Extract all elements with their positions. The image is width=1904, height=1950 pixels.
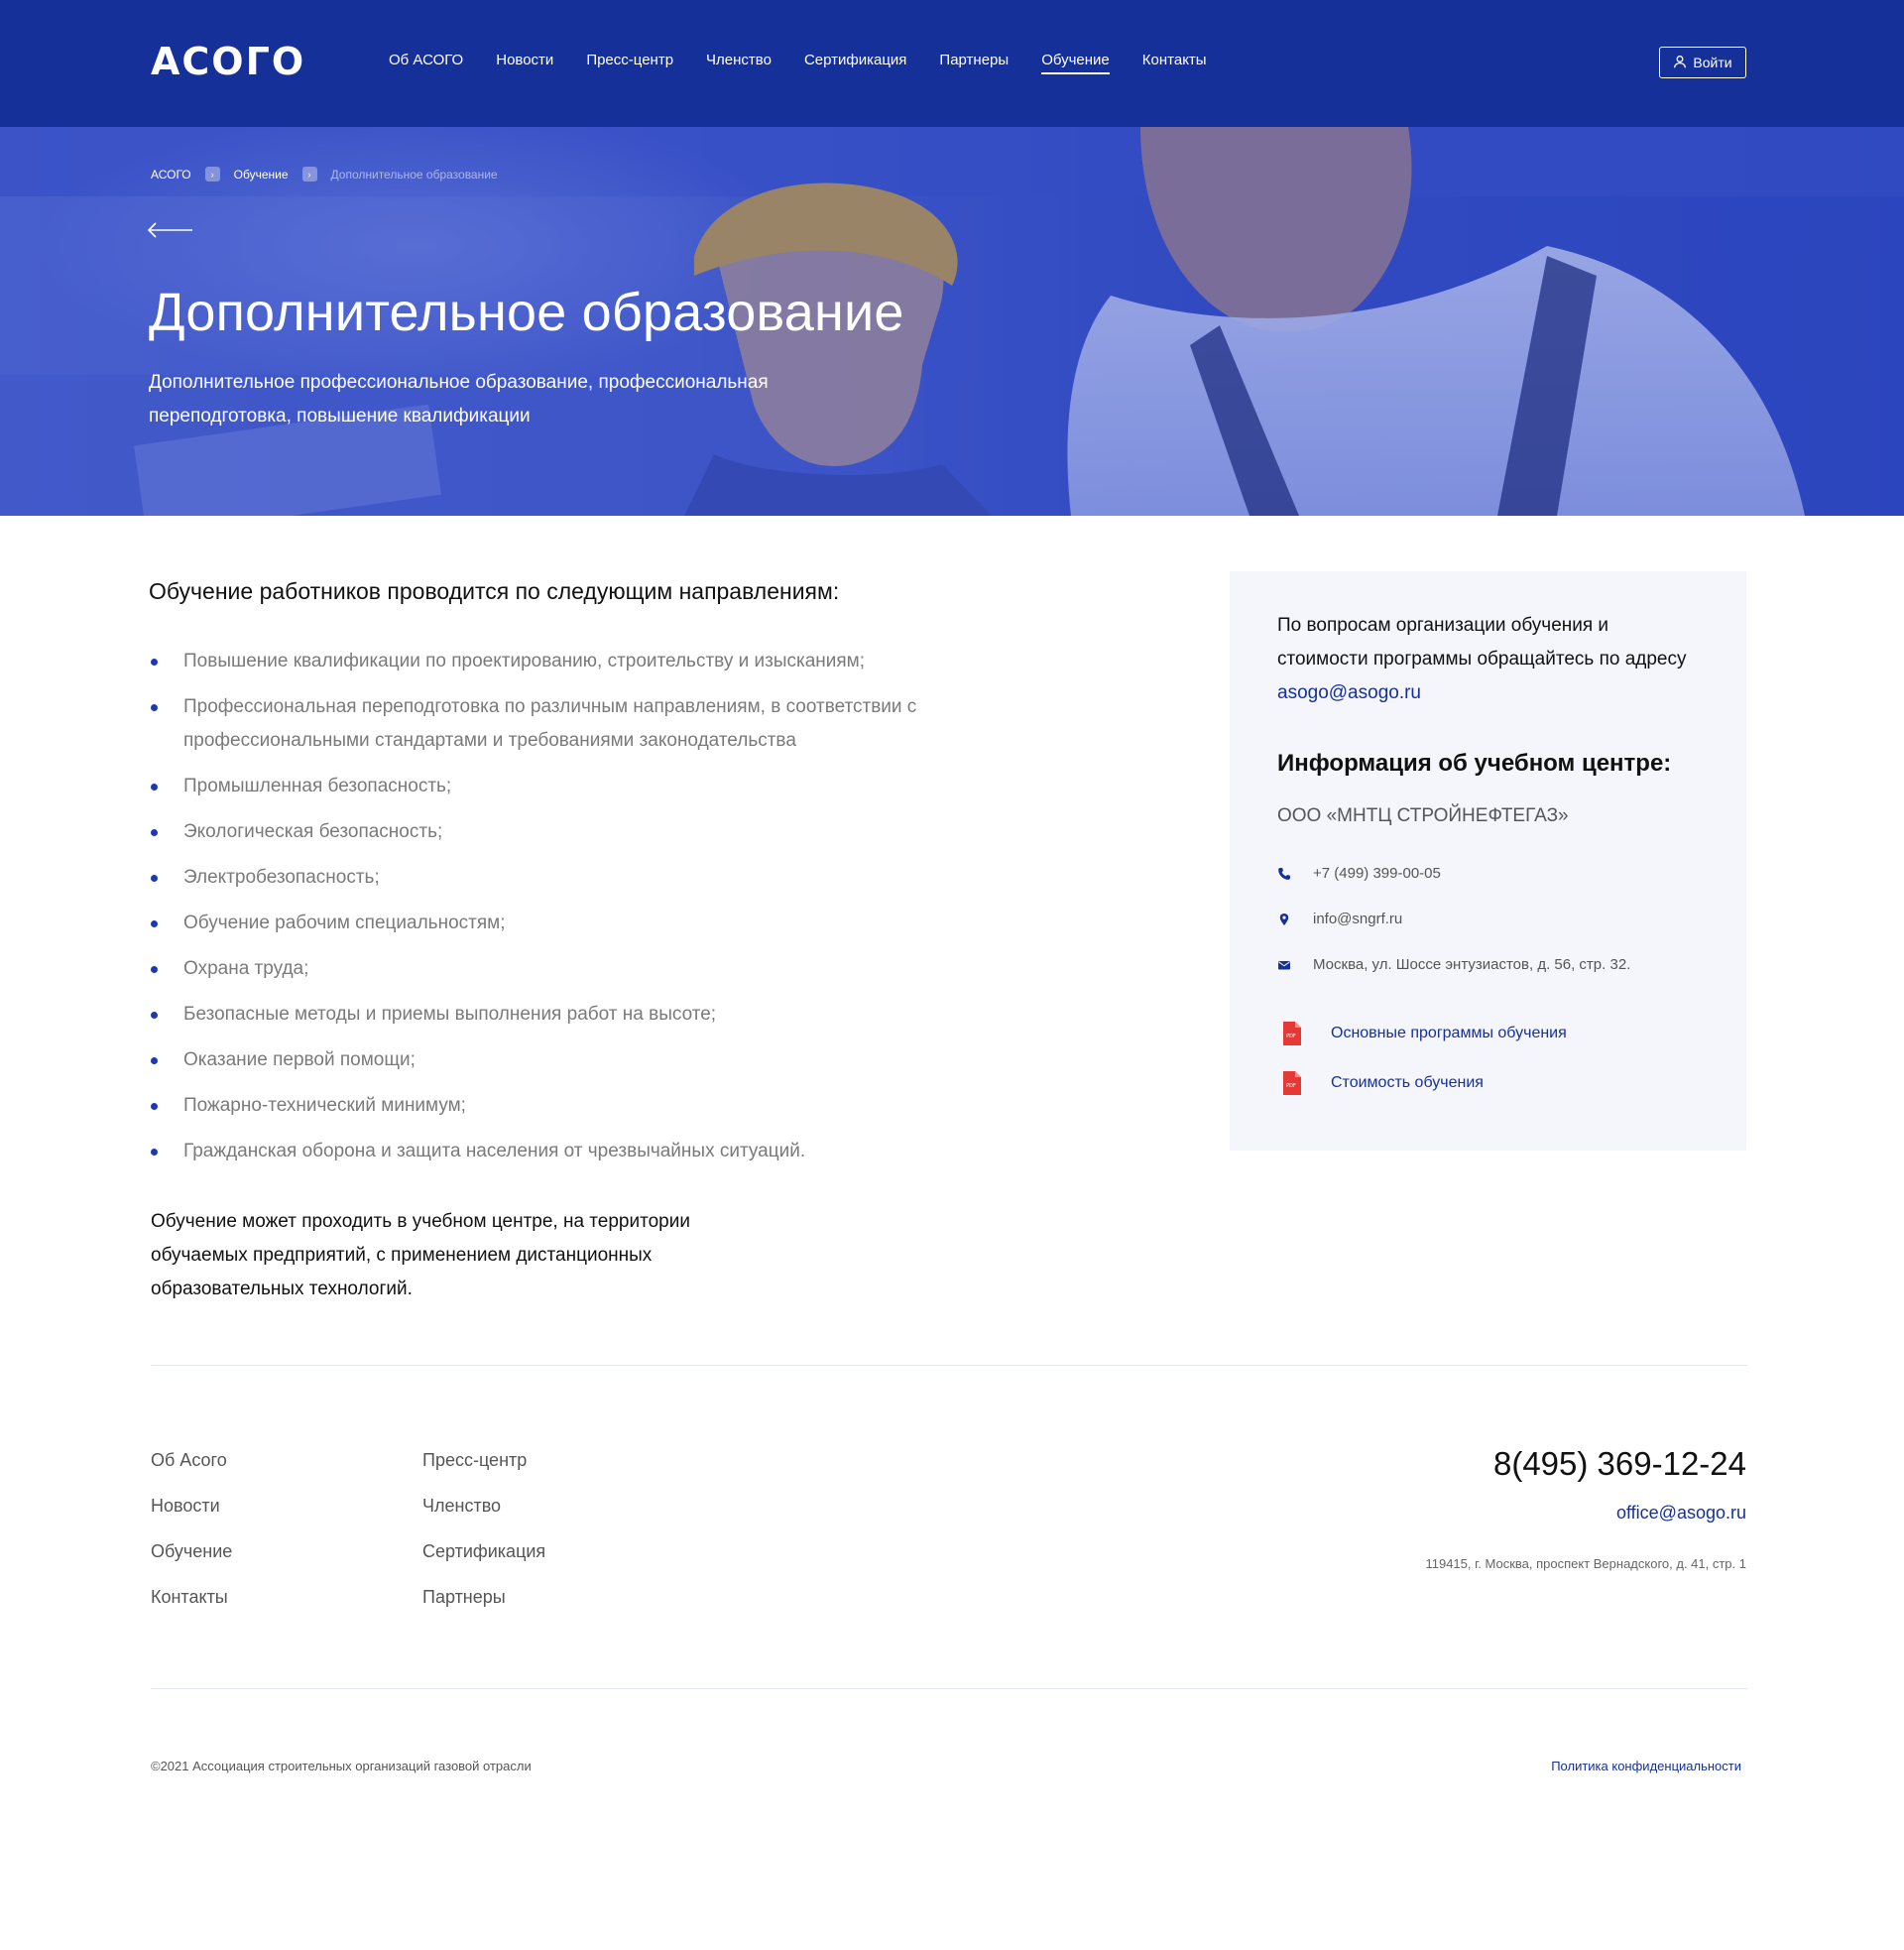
nav-item-certification[interactable]: Сертификация — [804, 52, 906, 74]
phone-text[interactable]: +7 (499) 399-00-05 — [1313, 865, 1441, 882]
breadcrumb-item-education[interactable]: Обучение — [234, 168, 289, 182]
directions-intro: Обучение работников проводится по следую… — [149, 578, 840, 604]
nav-item-news[interactable]: Новости — [496, 52, 553, 74]
contact-question-email-link[interactable]: asogo@asogo.ru — [1277, 682, 1421, 703]
nav-item-membership[interactable]: Членство — [706, 52, 772, 74]
training-center-phone: +7 (499) 399-00-05 — [1277, 865, 1441, 882]
list-item: Экологическая безопасность; — [149, 815, 1021, 849]
footer-phone[interactable]: 8(495) 369-12-24 — [1493, 1445, 1746, 1483]
address-text: Москва, ул. Шоссе энтузиастов, д. 56, ст… — [1313, 956, 1631, 973]
footer-email[interactable]: office@asogo.ru — [1616, 1503, 1746, 1523]
doc-link-programs[interactable]: PDF Основные программы обучения — [1281, 1022, 1567, 1045]
contact-question-text: По вопросам организации обучения и стоим… — [1277, 615, 1687, 670]
list-item: Профессиональная переподготовка по разли… — [149, 690, 1021, 758]
main-nav: Об АСОГО Новости Пресс-центр Членство Се… — [389, 52, 1240, 74]
footer-link-contacts[interactable]: Контакты — [151, 1587, 232, 1633]
list-item: Электробезопасность; — [149, 861, 1021, 895]
list-item: Пожарно-технический минимум; — [149, 1089, 1021, 1123]
copyright-text: ©2021 Ассоциация строительных организаци… — [151, 1759, 532, 1773]
training-center-heading: Информация об учебном центре: — [1277, 750, 1672, 777]
list-item: Оказание первой помощи; — [149, 1043, 1021, 1077]
footer-link-news[interactable]: Новости — [151, 1496, 232, 1541]
user-icon — [1673, 55, 1687, 71]
breadcrumb-separator-icon: › — [301, 167, 317, 182]
training-center-address: Москва, ул. Шоссе энтузиастов, д. 56, ст… — [1277, 956, 1630, 973]
directions-list: Повышение квалификации по проектированию… — [149, 645, 1021, 1180]
nav-item-about[interactable]: Об АСОГО — [389, 52, 463, 74]
nav-item-contacts[interactable]: Контакты — [1142, 52, 1207, 74]
login-button[interactable]: Войти — [1659, 47, 1746, 78]
breadcrumb-item-current: Дополнительное образование — [330, 167, 498, 182]
page-title: Дополнительное образование — [149, 283, 904, 342]
phone-icon — [1277, 867, 1291, 881]
svg-text:PDF: PDF — [1286, 1083, 1296, 1089]
footer-link-partners[interactable]: Партнеры — [422, 1587, 545, 1633]
nav-item-partners[interactable]: Партнеры — [939, 52, 1009, 74]
training-center-email: info@sngrf.ru — [1277, 911, 1402, 927]
nav-item-press[interactable]: Пресс-центр — [586, 52, 673, 74]
hero-banner: АСОГО › Обучение › Дополнительное образо… — [0, 127, 1904, 516]
nav-item-education[interactable]: Обучение — [1041, 52, 1110, 74]
login-label: Войти — [1693, 55, 1732, 70]
training-center-name: ООО «МНТЦ СТРОЙНЕФТЕГАЗ» — [1277, 805, 1569, 826]
breadcrumb-item-home[interactable]: АСОГО — [151, 168, 191, 182]
pdf-file-icon: PDF — [1283, 1071, 1301, 1095]
breadcrumb-separator-icon: › — [204, 167, 220, 182]
contact-question: По вопросам организации обучения и стоим… — [1277, 609, 1694, 710]
footer-link-about[interactable]: Об Асого — [151, 1450, 232, 1496]
pdf-file-icon: PDF — [1283, 1022, 1301, 1045]
training-format-text: Обучение может проходить в учебном центр… — [151, 1211, 690, 1299]
footer-nav-col-1: Об Асого Новости Обучение Контакты — [151, 1450, 232, 1633]
site-logo[interactable]: АСОГО — [151, 40, 305, 83]
doc-link-cost[interactable]: PDF Стоимость обучения — [1281, 1071, 1484, 1095]
footer-link-education[interactable]: Обучение — [151, 1541, 232, 1587]
envelope-icon — [1277, 958, 1291, 972]
doc-link-label[interactable]: Основные программы обучения — [1331, 1025, 1567, 1042]
back-arrow-icon[interactable] — [147, 222, 194, 238]
list-item: Безопасные методы и приемы выполнения ра… — [149, 998, 1021, 1032]
doc-link-label[interactable]: Стоимость обучения — [1331, 1074, 1484, 1092]
training-center-sidebar: По вопросам организации обучения и стоим… — [1230, 571, 1746, 1151]
email-text[interactable]: info@sngrf.ru — [1313, 911, 1402, 927]
list-item: Повышение квалификации по проектированию… — [149, 645, 1021, 678]
privacy-policy-link[interactable]: Политика конфиденциальности — [1551, 1759, 1741, 1773]
svg-text:PDF: PDF — [1286, 1034, 1296, 1039]
page-subtitle: Дополнительное профессиональное образова… — [149, 372, 769, 427]
list-item: Гражданская оборона и защита населения о… — [149, 1135, 1021, 1168]
footer-bottom-divider — [151, 1688, 1747, 1689]
footer-divider — [151, 1365, 1747, 1366]
footer-link-membership[interactable]: Членство — [422, 1496, 545, 1541]
footer-link-press[interactable]: Пресс-центр — [422, 1450, 545, 1496]
site-header: АСОГО Об АСОГО Новости Пресс-центр Членс… — [0, 0, 1904, 127]
footer-nav-col-2: Пресс-центр Членство Сертификация Партне… — [422, 1450, 545, 1633]
list-item: Охрана труда; — [149, 952, 1021, 986]
breadcrumb: АСОГО › Обучение › Дополнительное образо… — [151, 167, 498, 182]
footer-link-certification[interactable]: Сертификация — [422, 1541, 545, 1587]
location-pin-icon — [1277, 913, 1291, 926]
list-item: Обучение рабочим специальностям; — [149, 907, 1021, 940]
list-item: Промышленная безопасность; — [149, 770, 1021, 803]
footer-address: 119415, г. Москва, проспект Вернадского,… — [1425, 1556, 1746, 1571]
